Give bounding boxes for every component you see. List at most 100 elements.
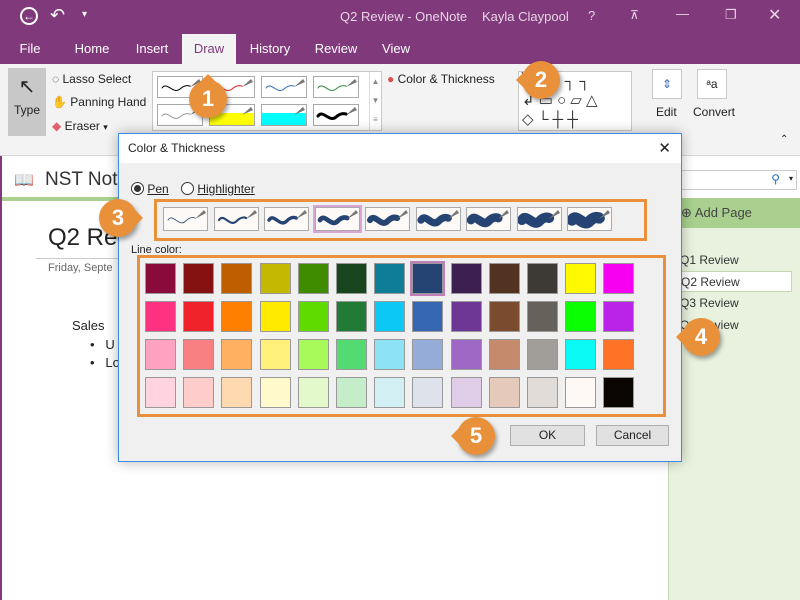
- thickness-option[interactable]: [163, 207, 208, 231]
- shape-diamond-icon[interactable]: ◇ └ ┼ ┼: [522, 111, 578, 128]
- color-swatch[interactable]: [221, 263, 253, 294]
- tab-insert[interactable]: Insert: [128, 34, 176, 64]
- page-item-q1[interactable]: Q1 Review: [680, 250, 792, 271]
- pen-radio[interactable]: Pen: [131, 182, 169, 196]
- color-swatch[interactable]: [527, 263, 558, 294]
- page-item-q3[interactable]: Q3 Review: [680, 293, 792, 314]
- color-swatch[interactable]: [145, 263, 176, 294]
- thickness-option[interactable]: [415, 207, 461, 231]
- color-swatch[interactable]: [565, 377, 597, 408]
- color-swatch[interactable]: [565, 301, 597, 332]
- highlighter-pen[interactable]: [261, 104, 307, 126]
- thickness-option[interactable]: [365, 207, 410, 231]
- color-swatch[interactable]: [412, 377, 444, 408]
- color-swatch[interactable]: [336, 301, 367, 332]
- collapse-ribbon-icon[interactable]: ⌃: [780, 134, 788, 145]
- color-swatch[interactable]: [488, 377, 520, 408]
- thickness-option[interactable]: [566, 207, 612, 231]
- color-swatch[interactable]: [450, 301, 482, 332]
- outline-bullets[interactable]: • U • Lo: [90, 336, 120, 372]
- color-swatch[interactable]: [527, 377, 558, 408]
- tab-history[interactable]: History: [243, 34, 297, 64]
- color-swatch[interactable]: [259, 339, 291, 370]
- tab-draw[interactable]: Draw: [182, 34, 236, 64]
- color-swatch[interactable]: [145, 339, 176, 370]
- type-button[interactable]: ↖ Type: [8, 68, 46, 136]
- color-swatch[interactable]: [527, 339, 558, 370]
- color-swatch[interactable]: [145, 377, 176, 408]
- color-swatch[interactable]: [259, 377, 291, 408]
- highlighter-radio[interactable]: Highlighter: [181, 182, 255, 196]
- color-swatch[interactable]: [374, 339, 406, 370]
- color-swatch[interactable]: [603, 263, 635, 294]
- color-swatch[interactable]: [412, 301, 444, 332]
- search-input[interactable]: ⚲ ▾: [672, 170, 797, 190]
- color-swatch[interactable]: [297, 339, 329, 370]
- color-swatch[interactable]: [450, 339, 482, 370]
- color-swatch[interactable]: [183, 377, 215, 408]
- color-swatch[interactable]: [183, 263, 215, 294]
- color-swatch[interactable]: [603, 377, 635, 408]
- dialog-close-button[interactable]: ✕: [658, 134, 671, 163]
- user-name[interactable]: Kayla Claypool: [482, 9, 569, 24]
- thickness-option[interactable]: [264, 207, 309, 231]
- restore-button[interactable]: ❐: [725, 7, 737, 23]
- lasso-select-button[interactable]: ◌ Lasso Select: [52, 72, 131, 86]
- color-swatch[interactable]: [488, 263, 520, 294]
- minimize-button[interactable]: —: [676, 6, 689, 21]
- pen[interactable]: [313, 76, 359, 98]
- color-swatch[interactable]: [565, 263, 597, 294]
- panning-hand-button[interactable]: ✋ Panning Hand: [52, 95, 146, 109]
- tab-file[interactable]: File: [10, 34, 50, 64]
- color-swatch[interactable]: [488, 301, 520, 332]
- tab-review[interactable]: Review: [308, 34, 364, 64]
- color-swatch[interactable]: [603, 301, 635, 332]
- color-swatch[interactable]: [297, 301, 329, 332]
- insert-space-icon[interactable]: ⇕: [652, 69, 682, 99]
- color-swatch[interactable]: [450, 263, 482, 294]
- color-swatch[interactable]: [374, 377, 406, 408]
- ink-to-text-icon[interactable]: ᵃa: [697, 69, 727, 99]
- pen[interactable]: [313, 104, 359, 126]
- thickness-option[interactable]: [466, 207, 511, 231]
- color-swatch[interactable]: [374, 263, 406, 294]
- back-icon[interactable]: ←: [20, 7, 38, 25]
- color-swatch[interactable]: [374, 301, 406, 332]
- tab-view[interactable]: View: [374, 34, 418, 64]
- eraser-button[interactable]: ◆ Eraser ▾: [52, 119, 108, 133]
- thickness-option[interactable]: [312, 205, 362, 233]
- color-swatch[interactable]: [221, 377, 253, 408]
- ribbon-display-icon[interactable]: ⊼: [630, 8, 639, 22]
- color-thickness-button[interactable]: ● Color & Thickness: [387, 72, 495, 86]
- color-swatch[interactable]: [183, 339, 215, 370]
- tab-home[interactable]: Home: [66, 34, 118, 64]
- add-page-button[interactable]: ⊕ Add Page: [669, 198, 800, 228]
- convert-button[interactable]: Convert: [693, 105, 735, 119]
- color-swatch[interactable]: [450, 377, 482, 408]
- page-item-q2[interactable]: Q2 Review: [680, 271, 792, 292]
- edit-button[interactable]: Edit: [656, 105, 677, 119]
- color-swatch[interactable]: [183, 301, 215, 332]
- color-swatch[interactable]: [336, 377, 367, 408]
- color-swatch[interactable]: [336, 263, 367, 294]
- pen[interactable]: [261, 76, 307, 98]
- color-swatch[interactable]: [221, 301, 253, 332]
- cancel-button[interactable]: Cancel: [596, 425, 669, 446]
- color-swatch[interactable]: [603, 339, 635, 370]
- search-scope-dropdown-icon[interactable]: ▾: [789, 174, 793, 183]
- gallery-scroll[interactable]: ▲ ▼ ≡: [369, 72, 381, 130]
- undo-icon[interactable]: ↶: [50, 5, 65, 26]
- color-swatch[interactable]: [259, 301, 291, 332]
- color-swatch[interactable]: [259, 263, 291, 294]
- color-swatch[interactable]: [221, 339, 253, 370]
- color-swatch[interactable]: [145, 301, 176, 332]
- color-swatch[interactable]: [412, 339, 444, 370]
- thickness-option[interactable]: [516, 207, 562, 231]
- color-swatch[interactable]: [336, 339, 367, 370]
- outline-heading[interactable]: Sales: [72, 318, 105, 333]
- close-button[interactable]: ✕: [768, 5, 781, 25]
- search-icon[interactable]: ⚲: [771, 172, 780, 186]
- thickness-option[interactable]: [213, 207, 259, 231]
- help-button[interactable]: ?: [588, 8, 595, 23]
- color-swatch[interactable]: [527, 301, 558, 332]
